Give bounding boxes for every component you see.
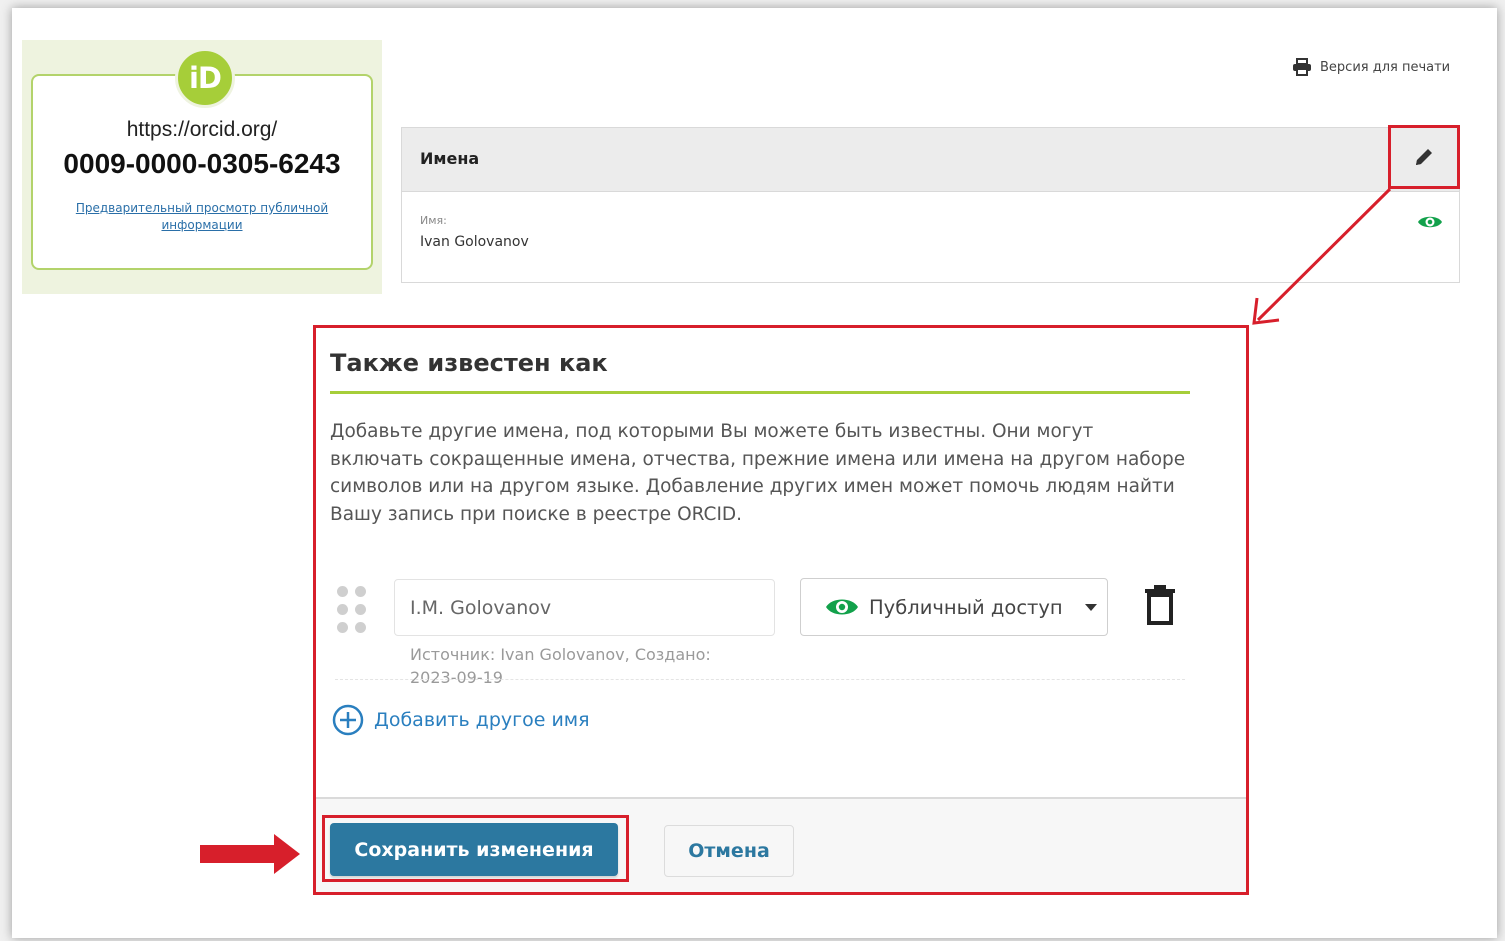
chevron-down-icon <box>1084 603 1097 611</box>
add-other-name-label: Добавить другое имя <box>374 709 590 731</box>
print-version-label: Версия для печати <box>1320 59 1451 75</box>
visibility-select[interactable]: Публичный доступ <box>800 578 1108 636</box>
entry-source-text: Источник: Ivan Golovanov, Создано: 2023-… <box>410 645 711 687</box>
printer-icon <box>1293 58 1311 76</box>
entry-separator <box>335 679 1185 680</box>
names-panel: Имена Имя: Ivan Golovanov <box>401 127 1460 283</box>
names-panel-header: Имена <box>402 128 1459 192</box>
visibility-label: Публичный доступ <box>869 595 1063 619</box>
save-changes-button[interactable]: Сохранить изменения <box>330 823 618 876</box>
dialog-description: Добавьте другие имена, под которыми Вы м… <box>330 421 1186 525</box>
eye-icon <box>826 599 858 615</box>
dialog-title: Также известен как <box>330 349 608 377</box>
names-panel-title: Имена <box>420 149 480 168</box>
eye-icon[interactable] <box>1417 214 1443 230</box>
orcid-url-prefix: https://orcid.org/ <box>126 118 278 141</box>
edit-names-button[interactable] <box>1388 125 1460 189</box>
drag-handle-icon[interactable] <box>337 586 367 634</box>
cancel-button[interactable]: Отмена <box>664 825 794 877</box>
name-field-value: Ivan Golovanov <box>420 234 529 250</box>
add-other-name-button[interactable]: Добавить другое имя <box>332 704 590 736</box>
other-name-input[interactable] <box>394 579 775 636</box>
add-circle-icon <box>332 704 364 736</box>
trash-icon[interactable] <box>1143 583 1177 625</box>
orcid-logo-icon: iD <box>175 48 235 108</box>
name-field-label: Имя: <box>420 214 447 227</box>
orcid-id-number: 0009-0000-0305-6243 <box>63 148 341 179</box>
pencil-icon <box>1416 149 1432 165</box>
print-version-link[interactable]: Версия для печати <box>1292 58 1450 76</box>
public-preview-link[interactable]: Предварительный просмотр публичной инфор… <box>55 200 349 234</box>
dialog-title-underline <box>330 391 1190 394</box>
